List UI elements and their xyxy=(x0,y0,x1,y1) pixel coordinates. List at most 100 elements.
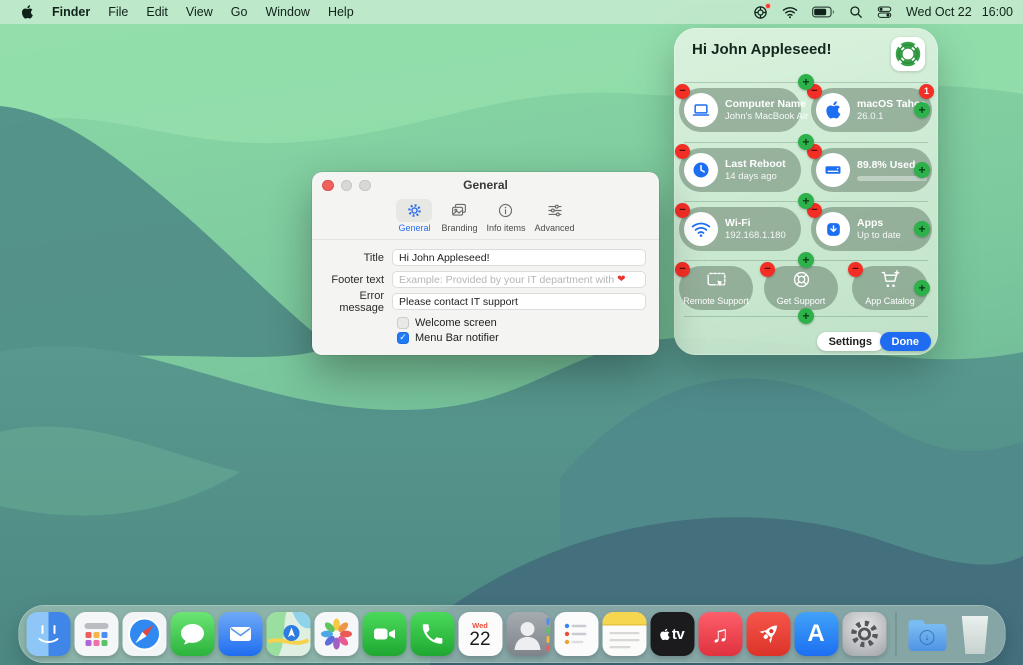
info-tile-last-reboot[interactable]: − Last Reboot 14 days ago xyxy=(679,148,801,192)
remove-item-badge[interactable]: − xyxy=(675,144,690,159)
done-button[interactable]: Done xyxy=(880,332,932,351)
window-titlebar[interactable]: General xyxy=(312,172,659,198)
menu-help[interactable]: Help xyxy=(319,5,363,19)
remove-item-badge[interactable]: − xyxy=(675,203,690,218)
tab-label: Advanced xyxy=(535,223,575,233)
zoom-button[interactable] xyxy=(359,180,371,192)
add-item-button[interactable]: + xyxy=(798,252,814,268)
system-settings-dock-icon[interactable] xyxy=(842,612,886,656)
lifebuoy-app-icon xyxy=(891,37,925,71)
app-download-icon xyxy=(816,212,850,246)
heart-icon: ❤ xyxy=(617,274,625,285)
error-message-input[interactable] xyxy=(392,293,646,310)
support-menubar-lifebuoy-icon[interactable] xyxy=(753,5,768,20)
action-label: App Catalog xyxy=(865,296,915,306)
tile-title: Last Reboot xyxy=(725,158,786,171)
menu-go[interactable]: Go xyxy=(222,5,257,19)
tv-dock-icon[interactable]: tv xyxy=(650,612,694,656)
dock: Wed 22 xyxy=(18,605,1005,663)
error-message-field-label: Error message xyxy=(316,290,384,314)
remove-item-badge[interactable]: − xyxy=(675,84,690,99)
add-item-button[interactable]: + xyxy=(798,308,814,324)
music-dock-icon[interactable]: ♫ xyxy=(698,612,742,656)
maps-dock-icon[interactable] xyxy=(266,612,310,656)
menu-edit[interactable]: Edit xyxy=(137,5,177,19)
tile-subtitle: Up to date xyxy=(857,230,901,242)
apple-menu-icon[interactable] xyxy=(12,5,43,19)
welcome-screen-checkbox[interactable]: Welcome screen xyxy=(397,315,646,330)
checkbox-unchecked[interactable] xyxy=(397,317,409,329)
info-tile-computer-name[interactable]: − Computer Name John's MacBook Air xyxy=(679,88,801,132)
add-item-button[interactable]: + xyxy=(914,221,930,237)
tile-title: Computer Name xyxy=(725,98,801,111)
trash-dock-icon[interactable] xyxy=(953,612,997,656)
info-circle-icon xyxy=(488,199,524,222)
apple-logo-icon xyxy=(816,93,850,127)
rocket-app-dock-icon[interactable] xyxy=(746,612,790,656)
launchpad-dock-icon[interactable] xyxy=(74,612,118,656)
minimize-button[interactable] xyxy=(341,180,353,192)
checkbox-checked[interactable]: ✓ xyxy=(397,332,409,344)
settings-button[interactable]: Settings xyxy=(817,332,884,351)
action-label: Remote Support xyxy=(683,296,749,306)
tab-advanced[interactable]: Advanced xyxy=(535,199,575,233)
cart-icon xyxy=(880,270,901,294)
photos-dock-icon[interactable] xyxy=(314,612,358,656)
contacts-dock-icon[interactable] xyxy=(506,612,550,656)
desktop: Finder File Edit View Go Window Help xyxy=(0,0,1023,665)
sliders-icon xyxy=(537,199,573,222)
calendar-day: 22 xyxy=(469,630,490,649)
title-input[interactable] xyxy=(392,249,646,266)
battery-menubar-icon[interactable] xyxy=(812,6,835,18)
dock-divider xyxy=(895,612,896,656)
notes-dock-icon[interactable] xyxy=(602,612,646,656)
get-support-button[interactable]: − Get Support xyxy=(764,266,838,310)
action-label: Get Support xyxy=(777,296,826,306)
user-toggles-icon[interactable] xyxy=(877,5,892,19)
menu-finder[interactable]: Finder xyxy=(43,5,99,19)
remove-item-badge[interactable]: − xyxy=(848,262,863,277)
facetime-dock-icon[interactable] xyxy=(362,612,406,656)
harddrive-icon xyxy=(816,153,850,187)
phone-dock-icon[interactable] xyxy=(410,612,454,656)
mail-dock-icon[interactable] xyxy=(218,612,262,656)
menu-bar-notifier-checkbox[interactable]: ✓ Menu Bar notifier xyxy=(397,330,646,345)
panel-greeting: Hi John Appleseed! xyxy=(692,41,831,58)
update-count-badge: 1 xyxy=(919,84,934,99)
add-item-button[interactable]: + xyxy=(914,280,930,296)
footer-text-input[interactable]: Example: Provided by your IT department … xyxy=(392,271,646,288)
tab-info-items[interactable]: Info items xyxy=(486,199,525,233)
remove-item-badge[interactable]: − xyxy=(760,262,775,277)
wifi-icon xyxy=(684,212,718,246)
messages-dock-icon[interactable] xyxy=(170,612,214,656)
clock-time: 16:00 xyxy=(982,5,1013,19)
tab-branding[interactable]: Branding xyxy=(441,199,477,233)
download-arrow-icon: ↓ xyxy=(920,630,935,645)
menubar-clock[interactable]: Wed Oct 22 16:00 xyxy=(906,5,1013,19)
footer-text-field-label: Footer text xyxy=(316,274,384,286)
calendar-dock-icon[interactable]: Wed 22 xyxy=(458,612,502,656)
general-form: Title Footer text Example: Provided by y… xyxy=(312,240,659,345)
finder-dock-icon[interactable] xyxy=(26,612,70,656)
menu-file[interactable]: File xyxy=(99,5,137,19)
wifi-menubar-icon[interactable] xyxy=(782,6,798,19)
safari-dock-icon[interactable] xyxy=(122,612,166,656)
add-item-button[interactable]: + xyxy=(798,134,814,150)
gear-icon xyxy=(396,199,432,222)
reminders-dock-icon[interactable] xyxy=(554,612,598,656)
app-store-dock-icon[interactable]: A xyxy=(794,612,838,656)
menu-window[interactable]: Window xyxy=(256,5,318,19)
info-tile-wifi[interactable]: − Wi-Fi 192.168.1.180 xyxy=(679,207,801,251)
spotlight-search-icon[interactable] xyxy=(849,5,863,19)
tile-subtitle: John's MacBook Air xyxy=(725,111,801,123)
menu-view[interactable]: View xyxy=(177,5,222,19)
add-item-button[interactable]: + xyxy=(798,193,814,209)
add-item-button[interactable]: + xyxy=(914,162,930,178)
remove-item-badge[interactable]: − xyxy=(675,262,690,277)
add-item-button[interactable]: + xyxy=(798,74,814,90)
tab-general[interactable]: General xyxy=(396,199,432,233)
downloads-folder-dock-icon[interactable]: ↓ xyxy=(905,612,949,656)
close-button[interactable] xyxy=(322,180,334,192)
add-item-button[interactable]: + xyxy=(914,102,930,118)
remote-support-button[interactable]: − Remote Support xyxy=(679,266,753,310)
